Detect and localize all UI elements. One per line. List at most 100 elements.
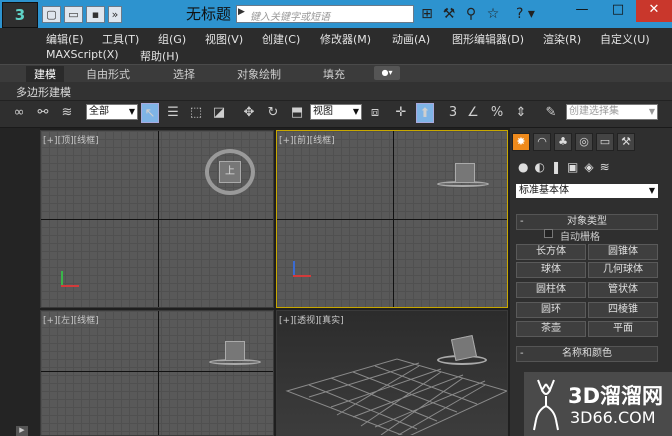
chevron-down-icon: ▼ xyxy=(648,107,655,116)
maximize-button[interactable]: □ xyxy=(600,0,636,22)
category-dropdown[interactable]: 标准基本体 ▼ xyxy=(516,184,658,198)
pivot-center-icon[interactable]: ⧈ xyxy=(366,103,384,123)
new-file-icon[interactable]: ▢ xyxy=(42,6,61,23)
minimize-button[interactable]: — xyxy=(564,0,600,22)
save-file-icon[interactable]: ▪ xyxy=(86,6,105,23)
plane-button[interactable]: 平面 xyxy=(588,321,658,337)
viewport-top[interactable]: 上 [+][顶][线框] xyxy=(40,130,274,308)
menu-rendering[interactable]: 渲染(R) xyxy=(543,31,581,47)
tab-modeling[interactable]: 建模 xyxy=(26,66,64,82)
percent-snap-label: % xyxy=(490,105,504,120)
autogrid-checkbox[interactable] xyxy=(544,229,553,238)
menu-tools[interactable]: 工具(T) xyxy=(102,31,139,47)
viewport-front[interactable]: [+][前][线框] xyxy=(276,130,508,308)
window-crossing-icon[interactable]: ◪ xyxy=(210,103,228,123)
percent-snap-icon[interactable]: % xyxy=(488,103,506,123)
display-tab-icon[interactable]: ▭ xyxy=(596,133,614,151)
viewport-label[interactable]: [+][透视][真实] xyxy=(279,313,344,326)
link-icon[interactable]: ∞ xyxy=(10,103,28,123)
snaps-toggle-icon[interactable]: 3 xyxy=(444,103,462,123)
spinner-snap-icon[interactable]: ⇕ xyxy=(512,103,530,123)
name-color-rollout[interactable]: - 名称和颜色 xyxy=(516,346,658,362)
open-file-icon[interactable]: ▭ xyxy=(64,6,83,23)
menu-modifiers[interactable]: 修改器(M) xyxy=(320,31,371,47)
select-object-icon[interactable]: ↖ xyxy=(141,103,159,123)
viewport-label[interactable]: [+][顶][线框] xyxy=(43,133,99,146)
tube-button[interactable]: 管状体 xyxy=(588,282,658,298)
manipulate-icon[interactable]: ✛ xyxy=(392,103,410,123)
hierarchy-tab-icon[interactable]: ♣ xyxy=(554,133,572,151)
viewport-label[interactable]: [+][前][线框] xyxy=(279,133,335,146)
star-icon[interactable]: ☆ xyxy=(484,5,502,23)
binoculars-icon[interactable]: ⊞ xyxy=(418,5,436,23)
menu-graph-editors[interactable]: 图形编辑器(D) xyxy=(452,31,524,47)
rotate-icon[interactable]: ↻ xyxy=(264,103,282,123)
rectangle-selection-icon[interactable]: ⬚ xyxy=(187,103,205,123)
move-icon[interactable]: ✥ xyxy=(240,103,258,123)
tools-icon[interactable]: ⚒ xyxy=(440,5,458,23)
tab-populate[interactable]: 填充 xyxy=(323,66,345,82)
menu-help[interactable]: 帮助(H) xyxy=(140,48,179,64)
app-menu-icon[interactable]: 3 xyxy=(2,2,38,28)
left-dock xyxy=(0,128,40,436)
keyboard-shortcut-override-icon[interactable]: ⬆ xyxy=(416,103,434,123)
torus-button[interactable]: 圆环 xyxy=(516,302,586,318)
selection-filter-dropdown[interactable]: 全部 ▼ xyxy=(86,104,138,120)
search-placeholder: 键入关键字或短语 xyxy=(250,12,330,23)
grid-axis-vertical xyxy=(158,131,159,307)
tab-freeform[interactable]: 自由形式 xyxy=(86,66,130,82)
menu-create[interactable]: 创建(C) xyxy=(262,31,300,47)
help-button[interactable]: ? ▾ xyxy=(516,5,546,23)
named-selection-set-dropdown[interactable]: 创建选择集 ▼ xyxy=(566,104,658,120)
bind-spacewarp-icon[interactable]: ≋ xyxy=(58,103,76,123)
viewcube[interactable]: 上 xyxy=(219,161,241,183)
motion-tab-icon[interactable]: ◎ xyxy=(575,133,593,151)
menu-view[interactable]: 视图(V) xyxy=(205,31,243,47)
angle-snap-icon[interactable]: ∠ xyxy=(464,103,482,123)
viewcube[interactable] xyxy=(225,341,245,361)
selection-filter-value: 全部 xyxy=(89,106,109,117)
grid-axis-vertical xyxy=(393,131,394,307)
menu-edit[interactable]: 编辑(E) xyxy=(46,31,84,47)
viewport-label[interactable]: [+][左][线框] xyxy=(43,313,99,326)
tab-selection[interactable]: 选择 xyxy=(173,66,195,82)
menu-customize[interactable]: 自定义(U) xyxy=(600,31,650,47)
grid-axis-vertical xyxy=(158,311,159,435)
pyramid-button[interactable]: 四棱锥 xyxy=(588,302,658,318)
help-caret-icon: ▾ xyxy=(527,6,535,22)
geosphere-button[interactable]: 几何球体 xyxy=(588,262,658,278)
polygon-modeling-label[interactable]: 多边形建模 xyxy=(16,84,71,100)
unlink-icon[interactable]: ⚯ xyxy=(34,103,52,123)
viewcube[interactable] xyxy=(455,163,475,183)
user-icon[interactable]: ⚲ xyxy=(462,5,480,23)
grid-axis-horizontal xyxy=(41,371,273,372)
viewport-left[interactable]: [+][左][线框] xyxy=(40,310,274,436)
utilities-tab-icon[interactable]: ⚒ xyxy=(617,133,635,151)
menu-animation[interactable]: 动画(A) xyxy=(392,31,430,47)
edit-named-selection-icon[interactable]: ✎ xyxy=(542,103,560,123)
tab-object-paint[interactable]: 对象绘制 xyxy=(237,66,281,82)
cone-button[interactable]: 圆锥体 xyxy=(588,244,658,260)
chevron-down-icon: ▼ xyxy=(352,107,359,116)
scale-icon[interactable]: ⬒ xyxy=(288,103,306,123)
expand-arrow-icon[interactable]: ▶ xyxy=(16,426,28,436)
watermark-url: 3D66.COM xyxy=(570,408,656,427)
viewport-perspective[interactable]: [+][透视][真实] xyxy=(276,310,508,436)
reference-coordinate-dropdown[interactable]: 视图 ▼ xyxy=(310,104,362,120)
teapot-button[interactable]: 茶壶 xyxy=(516,321,586,337)
select-by-name-icon[interactable]: ☰ xyxy=(164,103,182,123)
sphere-button[interactable]: 球体 xyxy=(516,262,586,278)
modify-tab-icon[interactable]: ◠ xyxy=(533,133,551,151)
box-button[interactable]: 长方体 xyxy=(516,244,586,260)
menu-maxscript[interactable]: MAXScript(X) xyxy=(46,48,119,61)
more-quick-access-icon[interactable]: » xyxy=(108,6,122,23)
viewcube[interactable] xyxy=(450,334,478,362)
close-button[interactable]: ✕ xyxy=(636,0,672,22)
grid xyxy=(41,311,273,435)
menu-group[interactable]: 组(G) xyxy=(158,31,186,47)
cylinder-button[interactable]: 圆柱体 xyxy=(516,282,586,298)
ribbon-panel xyxy=(0,82,672,100)
ribbon-options-icon[interactable]: ●▾ xyxy=(374,66,400,80)
create-tab-icon[interactable]: ✸ xyxy=(512,133,530,151)
create-category-icons[interactable]: ●◐❚▣◈≋ xyxy=(518,160,616,174)
